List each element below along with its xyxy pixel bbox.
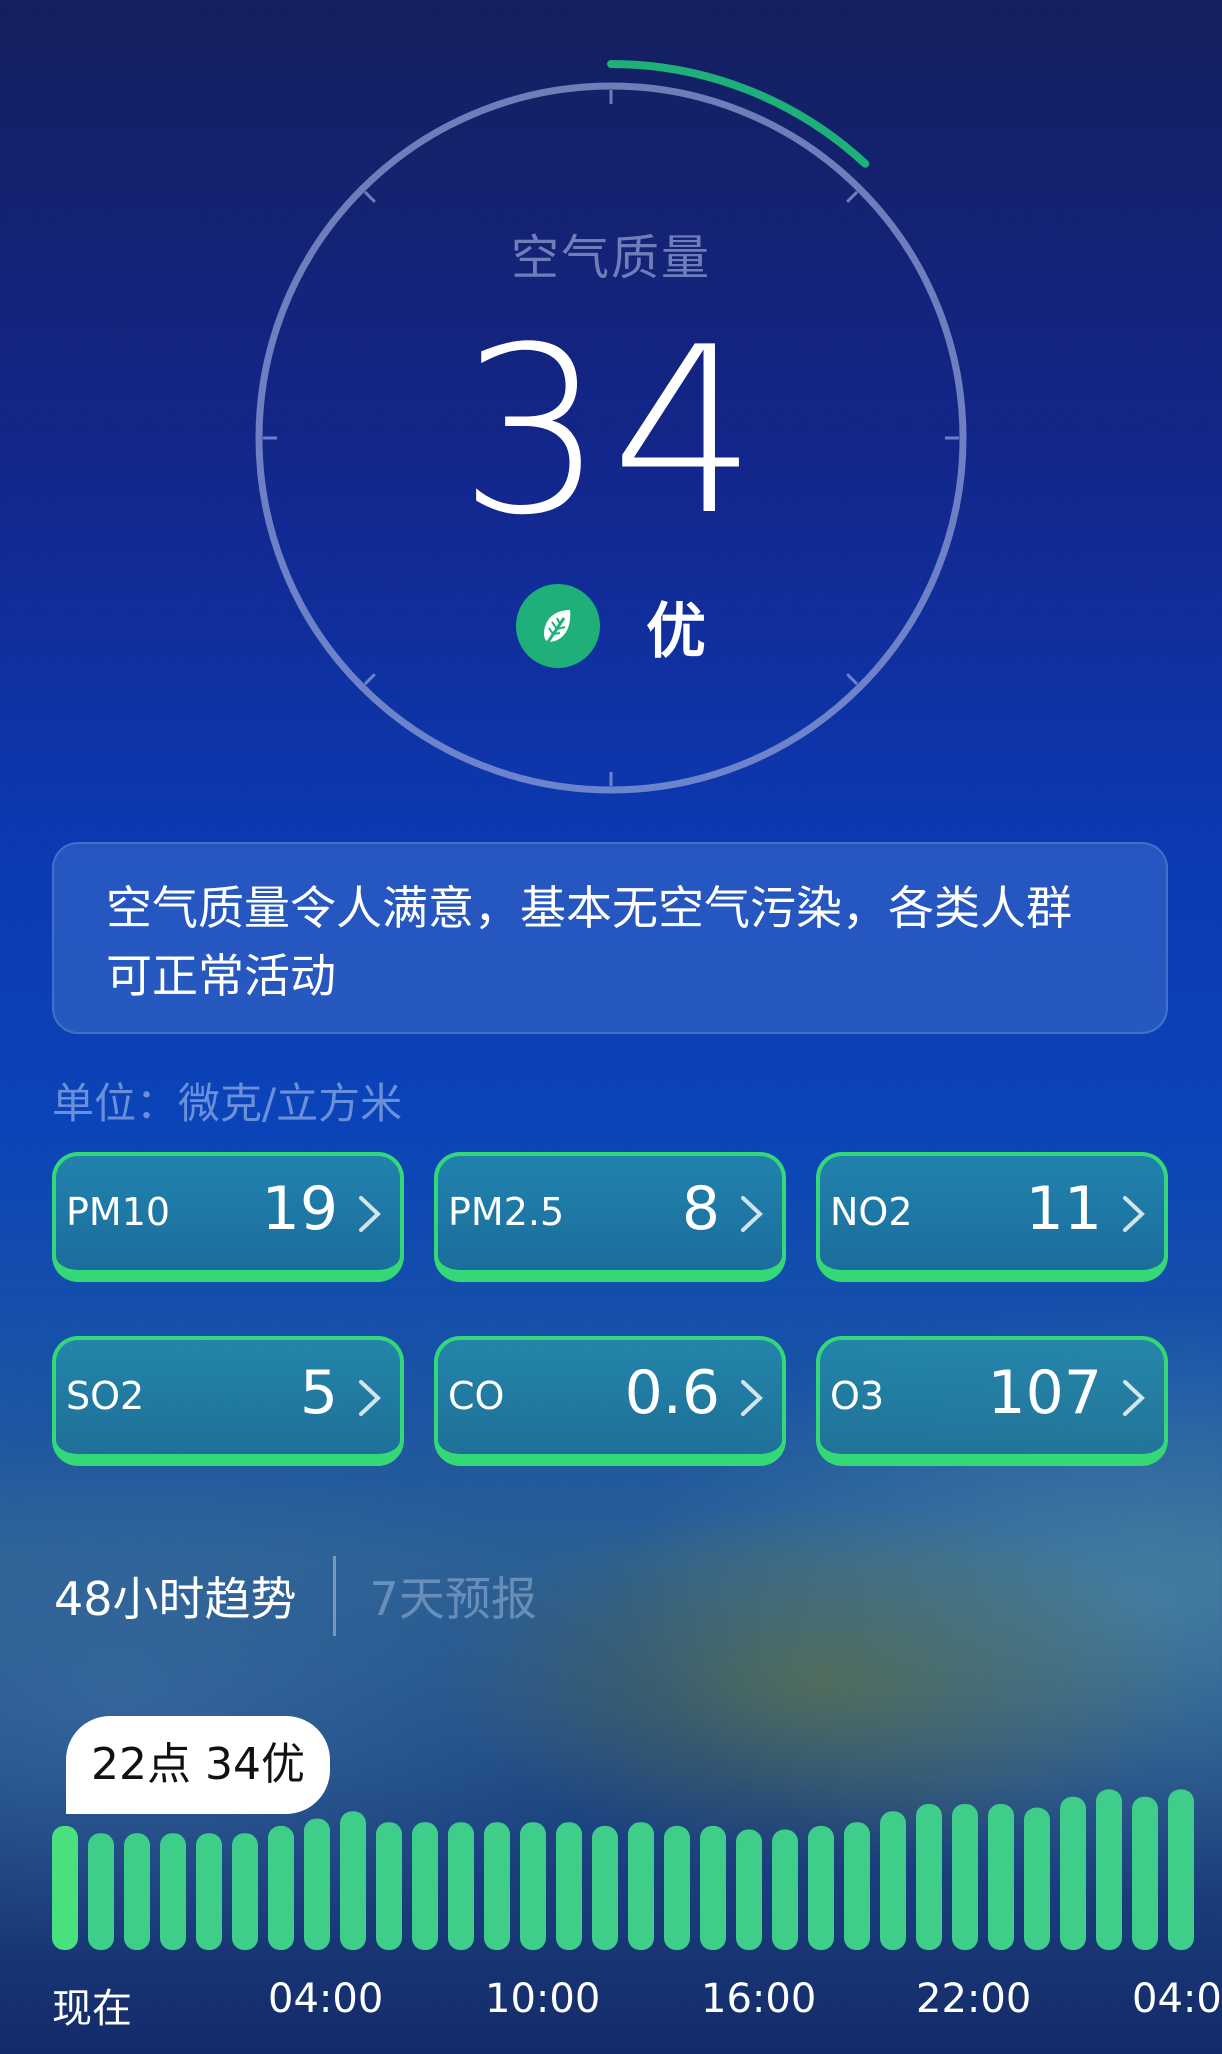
trend-bar[interactable] [484, 1822, 510, 1950]
trend-bar[interactable] [988, 1804, 1014, 1950]
trend-bar[interactable] [520, 1822, 546, 1950]
x-axis-label: 04:00 [268, 1976, 384, 2022]
trend-bar[interactable] [268, 1825, 294, 1950]
trend-bar[interactable] [736, 1829, 762, 1950]
trend-bar[interactable] [916, 1804, 942, 1950]
trend-bar[interactable] [412, 1822, 438, 1950]
trend-bar[interactable] [340, 1811, 366, 1950]
x-axis-label: 04:00 [1132, 1976, 1222, 2022]
trend-bar[interactable] [952, 1804, 978, 1950]
trend-bar[interactable] [1024, 1807, 1050, 1950]
x-axis-label: 10:00 [485, 1976, 601, 2022]
trend-bar[interactable] [556, 1822, 582, 1950]
x-axis-label: 22:00 [916, 1976, 1032, 2022]
trend-bar[interactable] [592, 1825, 618, 1950]
trend-bar[interactable] [808, 1825, 834, 1950]
trend-bar[interactable] [232, 1833, 258, 1950]
trend-bar[interactable] [376, 1822, 402, 1950]
trend-bar[interactable] [1132, 1796, 1158, 1950]
trend-bar-selected[interactable] [52, 1825, 78, 1950]
trend-bar[interactable] [844, 1822, 870, 1950]
trend-bar[interactable] [1096, 1789, 1122, 1950]
trend-bar[interactable] [124, 1833, 150, 1950]
trend-bar[interactable] [1060, 1796, 1086, 1950]
selected-hour-tooltip: 22点 34优 [66, 1716, 330, 1814]
trend-bar[interactable] [628, 1822, 654, 1950]
trend-bar[interactable] [160, 1833, 186, 1950]
trend-bar[interactable] [880, 1811, 906, 1950]
x-axis-label: 现在 [52, 1986, 132, 2032]
trend-bar[interactable] [88, 1833, 114, 1950]
trend-bar[interactable] [1168, 1789, 1194, 1950]
trend-bar[interactable] [772, 1829, 798, 1950]
x-axis-label: 16:00 [701, 1976, 817, 2022]
trend-bar[interactable] [700, 1825, 726, 1950]
trend-bar[interactable] [448, 1822, 474, 1950]
trend-bar[interactable] [196, 1833, 222, 1950]
trend-bar[interactable] [664, 1825, 690, 1950]
trend-bar[interactable] [304, 1818, 330, 1950]
